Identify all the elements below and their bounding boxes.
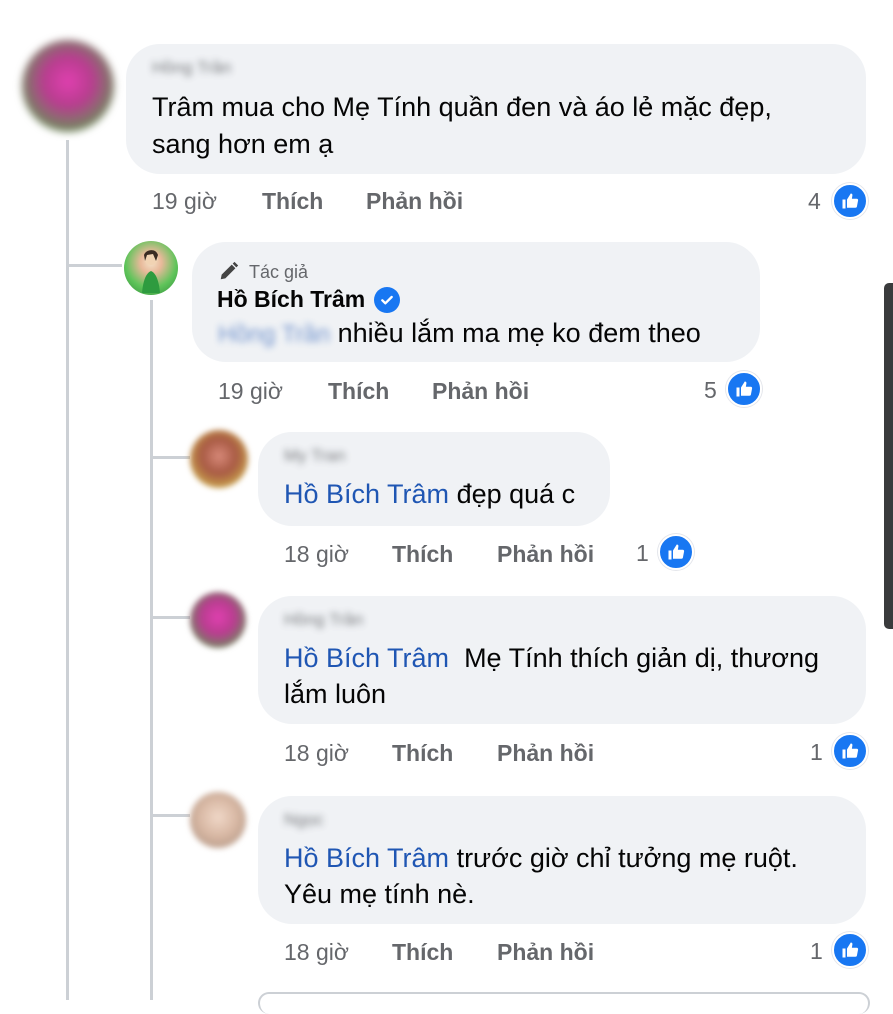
reply-button[interactable]: Phản hồi bbox=[497, 541, 594, 568]
mention-tag[interactable]: Hồ Bích Trâm bbox=[284, 479, 449, 509]
comment-text-line-1: Trâm mua cho Mẹ Tính quần đen và áo lẻ m… bbox=[152, 92, 772, 122]
avatar[interactable] bbox=[190, 430, 248, 488]
thumbs-up-icon[interactable] bbox=[832, 932, 868, 968]
commenter-name[interactable]: My Tran bbox=[284, 446, 345, 466]
commenter-name[interactable]: Ngọc bbox=[284, 810, 324, 830]
comment-time[interactable]: 18 giờ bbox=[284, 939, 349, 966]
comment-time[interactable]: 18 giờ bbox=[284, 541, 349, 568]
reply-button[interactable]: Phản hồi bbox=[497, 740, 594, 767]
author-avatar-figure bbox=[142, 250, 160, 293]
like-button[interactable]: Thích bbox=[328, 378, 389, 405]
avatar[interactable] bbox=[190, 792, 246, 848]
verified-check-icon bbox=[374, 287, 400, 313]
reaction-count[interactable]: 4 bbox=[808, 188, 821, 215]
thumbs-up-icon[interactable] bbox=[832, 183, 868, 219]
like-button[interactable]: Thích bbox=[392, 541, 453, 568]
comment-time[interactable]: 19 giờ bbox=[218, 378, 283, 405]
reply-button[interactable]: Phản hồi bbox=[366, 188, 463, 215]
comment-bubble: Tác giả Hồ Bích Trâm Hồng Trần nhiều lắm… bbox=[192, 242, 760, 362]
avatar[interactable] bbox=[190, 592, 246, 648]
thread-line-main bbox=[66, 140, 69, 1000]
reply-composer[interactable] bbox=[258, 992, 870, 1014]
reaction-count[interactable]: 1 bbox=[810, 938, 823, 965]
mention-tag[interactable]: Hồng Trần bbox=[218, 321, 330, 348]
thread-line-replies bbox=[150, 300, 153, 1000]
comment-text: Hồng Trần nhiều lắm ma mẹ ko đem theo bbox=[218, 318, 701, 348]
thread-connector-reply-3 bbox=[150, 814, 190, 817]
commenter-name[interactable]: Hồng Trần bbox=[152, 58, 231, 78]
mention-tag[interactable]: Hồ Bích Trâm bbox=[284, 843, 449, 873]
comment-text-line-2: lắm luôn bbox=[284, 679, 387, 709]
avatar[interactable] bbox=[22, 40, 114, 132]
reply-button[interactable]: Phản hồi bbox=[432, 378, 529, 405]
reply-button[interactable]: Phản hồi bbox=[497, 939, 594, 966]
thread-connector-reply-1 bbox=[150, 456, 190, 459]
reaction-count[interactable]: 1 bbox=[636, 540, 649, 567]
thumbs-up-icon[interactable] bbox=[658, 534, 694, 570]
like-button[interactable]: Thích bbox=[392, 740, 453, 767]
like-button[interactable]: Thích bbox=[262, 188, 323, 215]
reaction-count[interactable]: 5 bbox=[704, 377, 717, 404]
thread-connector-reply-2 bbox=[150, 616, 190, 619]
commenter-name[interactable]: Hồng Trần bbox=[284, 610, 363, 630]
scrollbar[interactable] bbox=[884, 283, 893, 629]
comment-text-line-1: Hồ Bích Trâm trước giờ chỉ tưởng mẹ ruột… bbox=[284, 843, 798, 873]
mention-tag[interactable]: Hồ Bích Trâm bbox=[284, 643, 449, 673]
comment-bubble: Ngọc Hồ Bích Trâm trước giờ chỉ tưởng mẹ… bbox=[258, 796, 866, 924]
commenter-name[interactable]: Hồ Bích Trâm bbox=[217, 286, 365, 313]
like-button[interactable]: Thích bbox=[392, 939, 453, 966]
comment-text: Hồ Bích Trâm đẹp quá c bbox=[284, 479, 576, 509]
comment-time[interactable]: 19 giờ bbox=[152, 188, 217, 215]
comment-time[interactable]: 18 giờ bbox=[284, 740, 349, 767]
comment-bubble: Hồng Trần Hồ Bích Trâm Mẹ Tính thích giả… bbox=[258, 596, 866, 724]
comment-bubble: My Tran Hồ Bích Trâm đẹp quá c bbox=[258, 432, 610, 526]
reaction-count[interactable]: 1 bbox=[810, 739, 823, 766]
author-avatar[interactable] bbox=[124, 241, 178, 295]
comment-text-line-2: sang hơn em ạ bbox=[152, 129, 334, 159]
author-badge-label: Tác giả bbox=[249, 262, 309, 282]
thumbs-up-icon[interactable] bbox=[726, 371, 762, 407]
thread-connector-author bbox=[66, 264, 122, 267]
comment-text-line-2: Yêu mẹ tính nè. bbox=[284, 879, 475, 909]
pencil-icon bbox=[218, 260, 240, 287]
comment-bubble: Hồng Trần Trâm mua cho Mẹ Tính quần đen … bbox=[126, 44, 866, 174]
comment-text-line-1: Hồ Bích Trâm Mẹ Tính thích giản dị, thươ… bbox=[284, 643, 820, 673]
thumbs-up-icon[interactable] bbox=[832, 733, 868, 769]
